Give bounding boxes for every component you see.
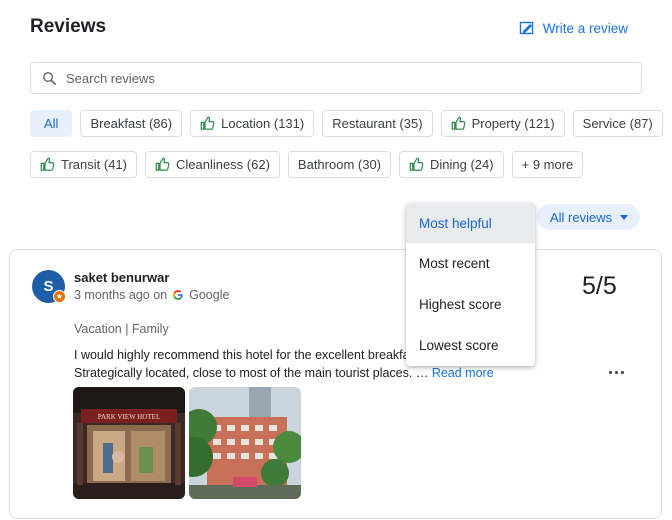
search-icon [43, 71, 56, 85]
local-guide-badge-icon: ★ [53, 290, 66, 303]
filter-chip-location[interactable]: Location (131) [190, 110, 315, 137]
search-input[interactable] [66, 70, 606, 86]
sort-option-most-helpful[interactable]: Most helpful [406, 203, 535, 243]
filter-chip-all[interactable]: All [30, 110, 73, 137]
filter-chip-bathroom[interactable]: Bathroom (30) [287, 151, 392, 178]
chip-label: Transit (41) [61, 157, 127, 172]
filter-chip-cleanliness[interactable]: Cleanliness (62) [144, 151, 280, 178]
chip-label: All [44, 116, 59, 131]
thumbs-up-icon [200, 116, 215, 130]
thumbs-up-icon [40, 157, 55, 171]
edit-review-icon [519, 21, 533, 35]
review-time: 3 months ago on [74, 288, 168, 302]
page-title: Reviews [30, 16, 107, 37]
review-score: 5/5 [582, 272, 617, 300]
sort-option-highest-score[interactable]: Highest score [406, 284, 535, 325]
chip-label: Restaurant (35) [332, 116, 423, 131]
chip-label: Cleanliness (62) [175, 157, 270, 172]
chip-label: + 9 more [521, 157, 574, 172]
filter-chips-row-1: All Breakfast (86) Location (131) Restau… [30, 110, 663, 137]
search-box[interactable] [30, 62, 642, 94]
write-review-label: Write a review [542, 20, 628, 36]
chip-label: Bathroom (30) [297, 157, 382, 172]
review-meta: 3 months ago on Google [74, 288, 229, 302]
filter-chips-row-2: Transit (41) Cleanliness (62) Bathroom (… [30, 151, 584, 178]
write-review-button[interactable]: Write a review [519, 20, 628, 36]
read-more-link[interactable]: Read more [432, 366, 494, 380]
trip-type: Vacation | Family [74, 322, 169, 336]
chip-label: Property (121) [471, 116, 555, 131]
thumbs-up-icon [155, 157, 170, 171]
review-text-line-2: Strategically located, close to most of … [74, 366, 429, 380]
filter-chip-service[interactable]: Service (87) [572, 110, 663, 137]
filter-chip-transit[interactable]: Transit (41) [30, 151, 137, 178]
filter-chip-dining[interactable]: Dining (24) [399, 151, 504, 178]
thumbs-up-icon [409, 157, 424, 171]
chip-label: Location (131) [221, 116, 305, 131]
chip-label: Dining (24) [430, 157, 494, 172]
chip-label: Breakfast (86) [90, 116, 173, 131]
google-icon [173, 290, 183, 300]
review-source: Google [189, 288, 230, 302]
filter-chip-more[interactable]: + 9 more [511, 151, 584, 178]
hotel-lobby-photo: PARK VIEW HOTEL [73, 387, 185, 499]
thumbs-up-icon [451, 116, 465, 130]
review-photo-lobby[interactable]: PARK VIEW HOTEL [73, 387, 185, 499]
more-options-icon[interactable] [604, 364, 628, 380]
sort-option-most-recent[interactable]: Most recent [406, 243, 535, 284]
sort-reviews-button[interactable]: All reviews [537, 204, 641, 230]
review-card: S ★ saket benurwar 3 months ago on Googl… [9, 249, 662, 519]
filter-chip-restaurant[interactable]: Restaurant (35) [322, 110, 433, 137]
sort-option-lowest-score[interactable]: Lowest score [406, 325, 535, 366]
caret-down-icon [620, 214, 629, 220]
filter-chip-property[interactable]: Property (121) [440, 110, 565, 137]
review-text-line-2-wrap: Strategically located, close to most of … [74, 364, 494, 382]
review-author[interactable]: saket benurwar [74, 270, 169, 285]
hotel-exterior-photo [189, 387, 301, 499]
review-photo-exterior[interactable] [189, 387, 301, 499]
filter-chip-breakfast[interactable]: Breakfast (86) [80, 110, 183, 137]
sort-dropdown-menu: Most helpful Most recent Highest score L… [406, 203, 535, 366]
chip-label: Service (87) [582, 116, 653, 131]
sort-label: All reviews [550, 209, 613, 225]
hotel-sign-text: PARK VIEW HOTEL [98, 413, 160, 421]
